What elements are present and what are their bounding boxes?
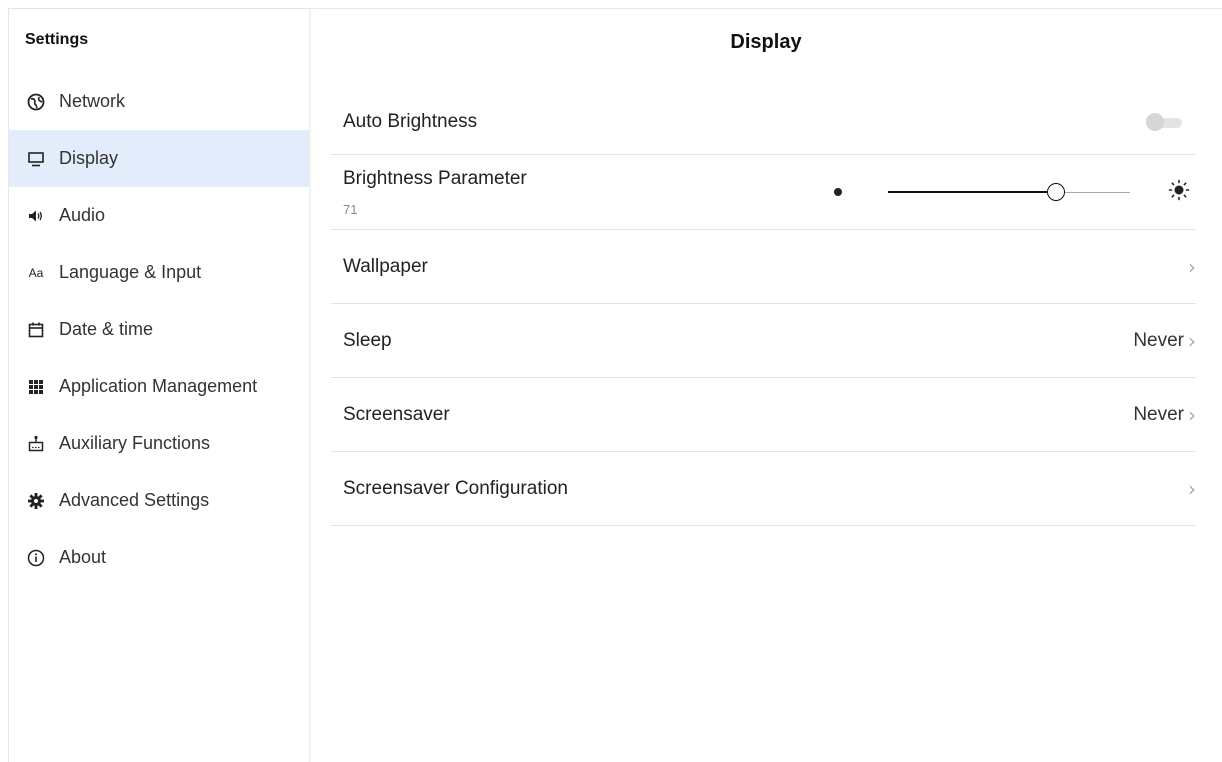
sidebar-item-label: About [59, 547, 107, 567]
screensaver-row[interactable]: Screensaver Never › [331, 378, 1196, 452]
brightness-text: Brightness Parameter 71 [343, 168, 527, 217]
main-panel: Display Auto Brightness Brightness Param… [310, 9, 1222, 762]
brightness-slider[interactable] [888, 180, 1130, 204]
page-title: Display [730, 31, 802, 53]
chevron-right-icon: › [1188, 402, 1196, 427]
brightness-high-icon [1168, 179, 1190, 206]
slider-thumb[interactable] [1047, 183, 1066, 201]
sidebar-item-date-time[interactable]: Date & time [9, 301, 309, 358]
info-icon [25, 547, 47, 569]
sidebar-item-label: Date & time [59, 319, 154, 339]
brightness-low-icon [834, 188, 842, 196]
chevron-right-icon: › [1188, 476, 1196, 501]
chevron-right-icon: › [1188, 328, 1196, 353]
grid-icon [25, 376, 47, 398]
sidebar-item-audio[interactable]: Audio [9, 187, 309, 244]
sidebar-item-application-management[interactable]: Application Management [9, 358, 309, 415]
brightness-value: 71 [343, 201, 358, 217]
sidebar-item-label: Network [59, 91, 126, 111]
brightness-label: Brightness Parameter [343, 167, 527, 189]
sidebar-item-auxiliary-functions[interactable]: Auxiliary Functions [9, 415, 309, 472]
speaker-icon [25, 205, 47, 227]
wallpaper-label: Wallpaper [343, 255, 428, 277]
slider-filled-track [888, 191, 1048, 193]
settings-window: Settings Network Display Audio Aa Langua… [8, 8, 1222, 762]
screensaver-configuration-row[interactable]: Screensaver Configuration › [331, 452, 1196, 526]
sidebar-item-label: Display [59, 148, 119, 168]
sidebar-item-label: Audio [59, 205, 106, 225]
toggle-knob [1146, 112, 1164, 131]
sidebar-item-about[interactable]: About [9, 529, 309, 586]
sidebar-item-advanced-settings[interactable]: Advanced Settings [9, 472, 309, 529]
screensaver-configuration-label: Screensaver Configuration [343, 477, 568, 499]
gear-icon [25, 490, 47, 512]
chevron-right-icon: › [1188, 254, 1196, 279]
monitor-icon [25, 148, 47, 170]
sidebar-item-label: Advanced Settings [59, 490, 210, 510]
brightness-row: Brightness Parameter 71 [331, 155, 1196, 230]
sidebar-title: Settings [25, 31, 89, 48]
auto-brightness-toggle[interactable] [1146, 112, 1182, 131]
globe-icon [25, 91, 47, 113]
sidebar-nav: Network Display Audio Aa Language & Inpu… [9, 73, 309, 586]
sleep-row[interactable]: Sleep Never › [331, 304, 1196, 378]
text-aa-icon: Aa [28, 265, 44, 280]
sidebar-item-display[interactable]: Display [9, 130, 309, 187]
auto-brightness-label: Auto Brightness [343, 110, 478, 132]
sidebar-item-language-input[interactable]: Aa Language & Input [9, 244, 309, 301]
auto-brightness-row[interactable]: Auto Brightness [331, 89, 1196, 155]
accessibility-icon [25, 433, 47, 455]
wallpaper-row[interactable]: Wallpaper › [331, 230, 1196, 304]
sidebar-item-label: Application Management [59, 376, 258, 396]
sidebar-item-network[interactable]: Network [9, 73, 309, 130]
sidebar-item-label: Auxiliary Functions [59, 433, 211, 453]
screensaver-value: Never [1133, 403, 1184, 425]
slider-empty-track [1065, 191, 1130, 193]
screensaver-label: Screensaver [343, 403, 450, 425]
sidebar-item-label: Language & Input [59, 262, 202, 282]
calendar-icon [25, 319, 47, 341]
settings-list: Auto Brightness Brightness Parameter 71 [331, 89, 1196, 526]
sidebar: Settings Network Display Audio Aa Langua… [9, 9, 310, 762]
sleep-label: Sleep [343, 329, 392, 351]
sleep-value: Never [1133, 329, 1184, 351]
brightness-slider-group [834, 179, 1190, 206]
